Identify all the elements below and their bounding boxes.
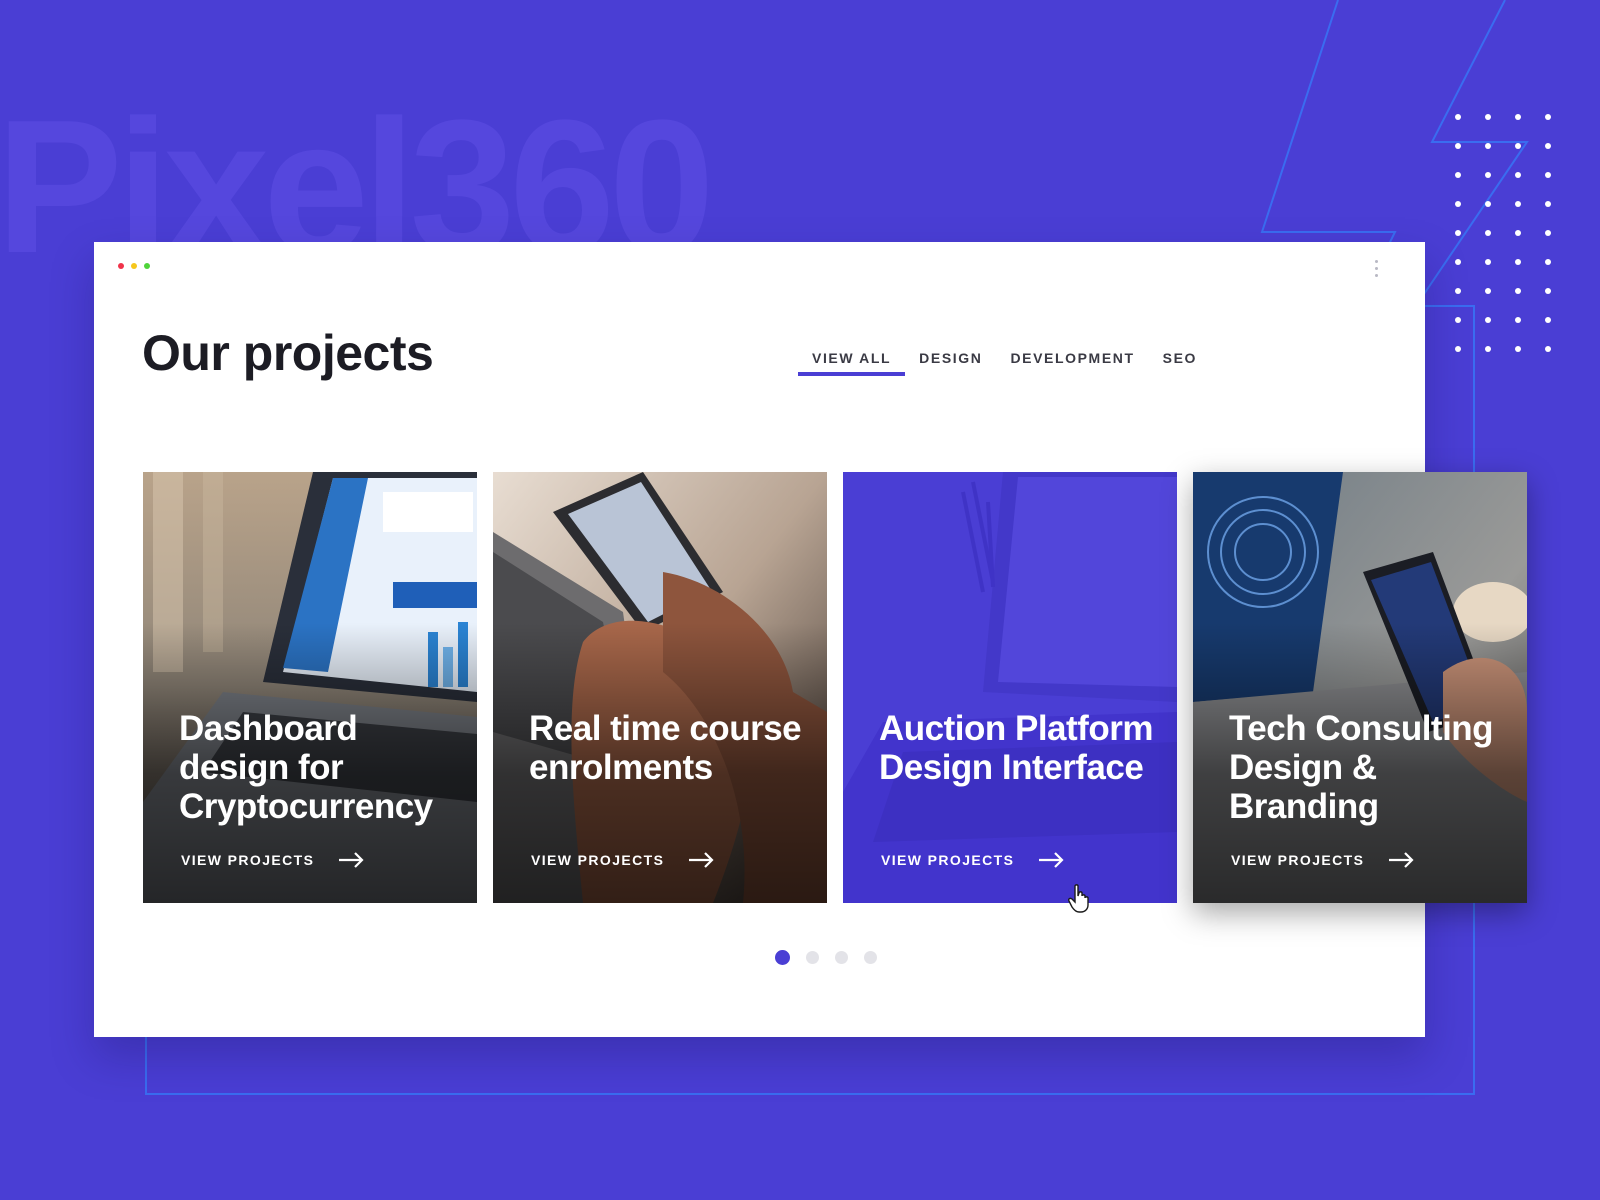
arrow-right-icon [689,852,714,868]
view-projects-label: VIEW PROJECTS [531,852,665,868]
pagination-dot-3[interactable] [835,951,848,964]
arrow-right-icon [1389,852,1414,868]
tab-design[interactable]: DESIGN [905,346,996,380]
card-title: Auction Platform Design Interface [879,709,1153,787]
tab-view-all[interactable]: VIEW ALL [798,346,906,380]
project-card[interactable]: Dashboard design for Cryptocurrency VIEW… [143,472,477,903]
view-projects-label: VIEW PROJECTS [881,852,1015,868]
lightning-outline-2 [1419,0,1529,301]
laptop-presentation-photo-tinted [843,472,1177,903]
card-title: Tech Consulting Design & Branding [1229,709,1494,826]
pagination-dot-2[interactable] [806,951,819,964]
view-projects-link[interactable]: VIEW PROJECTS [531,852,714,868]
pagination-dot-4[interactable] [864,951,877,964]
view-projects-link[interactable]: VIEW PROJECTS [881,852,1064,868]
browser-window: Our projects VIEW ALL DESIGN DEVELOPMENT… [94,242,1527,1037]
pagination-dot-1[interactable] [775,950,790,965]
view-projects-label: VIEW PROJECTS [1231,852,1365,868]
arrow-right-icon [339,852,364,868]
tab-seo[interactable]: SEO [1149,346,1211,380]
minimize-dot[interactable] [131,263,137,269]
project-card[interactable]: Tech Consulting Design & Branding VIEW P… [1193,472,1527,903]
card-title: Dashboard design for Cryptocurrency [179,709,433,826]
carousel-pagination [775,950,877,965]
kebab-menu-icon[interactable] [1375,260,1378,277]
filter-tabs: VIEW ALL DESIGN DEVELOPMENT SEO [798,346,1211,380]
card-title: Real time course enrolments [529,709,802,787]
close-dot[interactable] [118,263,124,269]
page-title: Our projects [142,325,434,381]
hand-cursor-icon [1068,884,1089,913]
project-card[interactable]: Auction Platform Design Interface VIEW P… [843,472,1177,903]
view-projects-link[interactable]: VIEW PROJECTS [1231,852,1414,868]
arrow-right-icon [1039,852,1064,868]
project-carousel: Dashboard design for Cryptocurrency VIEW… [143,472,1527,903]
window-controls [118,263,150,269]
view-projects-label: VIEW PROJECTS [181,852,315,868]
view-projects-link[interactable]: VIEW PROJECTS [181,852,364,868]
maximize-dot[interactable] [144,263,150,269]
tab-development[interactable]: DEVELOPMENT [996,346,1148,380]
project-card[interactable]: Real time course enrolments VIEW PROJECT… [493,472,827,903]
